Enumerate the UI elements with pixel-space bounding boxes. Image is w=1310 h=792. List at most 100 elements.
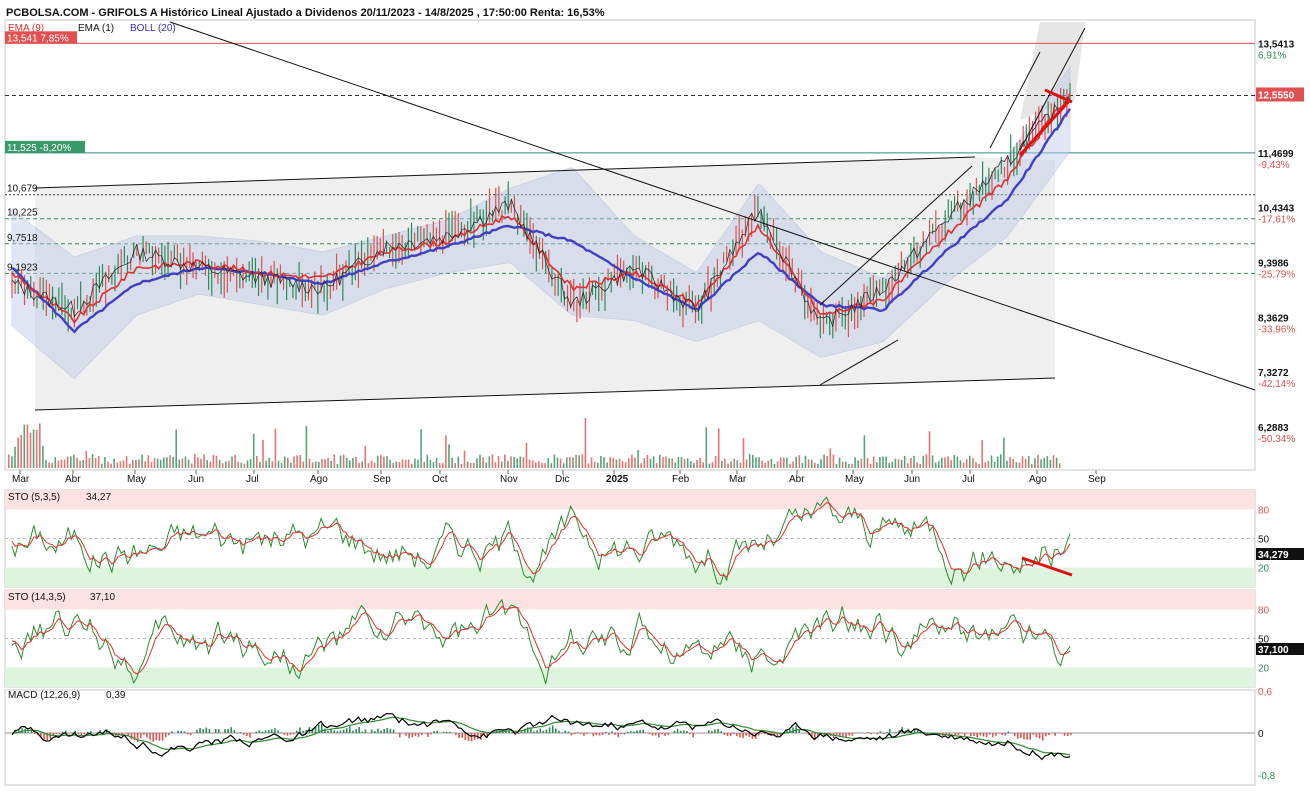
volume-bar [259, 461, 261, 468]
axis-pct-label: -17,61% [1258, 215, 1295, 226]
volume-bar [795, 456, 797, 468]
macd-histogram-bar [764, 733, 766, 735]
macd-histogram-bar [143, 733, 145, 735]
macd-histogram-bar [633, 731, 635, 733]
macd-histogram-bar [364, 729, 367, 733]
macd-panel-frame [4, 689, 1256, 786]
volume-bar [35, 429, 38, 468]
volume-bar [978, 463, 980, 468]
macd-histogram-bar [639, 730, 641, 733]
volume-bar [94, 458, 97, 468]
macd-histogram-bar [83, 733, 86, 735]
volume-bar [423, 461, 425, 468]
volume-bar [42, 445, 44, 468]
sto1-label: STO (5,3,5) [8, 492, 60, 503]
volume-bar [786, 457, 788, 468]
volume-bar [336, 463, 339, 468]
macd-histogram-bar [604, 731, 607, 733]
current-price-text: 12,5550 [1258, 90, 1295, 101]
volume-bar [1043, 457, 1045, 468]
volume-bar [944, 457, 946, 468]
macd-histogram-bar [458, 733, 460, 738]
macd-histogram-bar [274, 728, 276, 733]
volume-bar [45, 459, 47, 468]
macd-histogram-bar [239, 731, 242, 733]
macd-histogram-bar [882, 733, 885, 735]
macd-histogram-bar [199, 727, 201, 733]
volume-bar [212, 454, 215, 468]
macd-histogram-bar [567, 731, 570, 733]
volume-bar [488, 456, 491, 468]
macd-level-label: -0,8 [1258, 771, 1276, 782]
macd-histogram-bar [751, 733, 754, 739]
x-axis-month-label: Sep [1088, 474, 1106, 485]
macd-histogram-bar [264, 730, 267, 733]
volume-bar [414, 458, 416, 468]
volume-bar [516, 458, 518, 468]
volume-bar [612, 457, 615, 468]
x-axis-month-label: Oct [432, 474, 448, 485]
volume-bar [677, 456, 680, 468]
x-axis-month-label: Abr [789, 474, 805, 485]
macd-histogram-bar [233, 730, 236, 733]
volume-bar [826, 455, 828, 468]
sto1-level-label: 80 [1258, 505, 1270, 516]
volume-bar [1037, 454, 1039, 468]
macd-histogram-bar [292, 733, 295, 735]
x-axis-month-label: Mar [12, 474, 30, 485]
volume-bar [104, 457, 106, 468]
macd-histogram-bar [58, 733, 61, 735]
volume-bar [113, 458, 115, 468]
macd-histogram-bar [729, 733, 732, 737]
sto1-level-label: 20 [1258, 564, 1270, 575]
macd-histogram-bar [1029, 733, 1032, 740]
volume-bar [1049, 459, 1052, 468]
legend-ema1: EMA (1) [78, 23, 114, 34]
macd-histogram-bar [90, 731, 92, 733]
macd-histogram-bar [679, 730, 682, 733]
macd-histogram-bar [620, 733, 623, 735]
volume-bar [665, 456, 667, 468]
volume-bar [438, 463, 441, 468]
volume-bar [885, 456, 887, 468]
macd-histogram-bar [551, 725, 554, 733]
volume-bar [8, 454, 10, 468]
sto2-last-text: 37,100 [1258, 645, 1289, 656]
volume-bar [507, 460, 509, 468]
macd-histogram-bar [130, 733, 133, 740]
macd-histogram-bar [854, 733, 857, 734]
volume-bar [370, 460, 373, 468]
macd-histogram-bar [991, 733, 994, 738]
macd-histogram-bar [1032, 733, 1035, 735]
macd-histogram-bar [49, 733, 52, 739]
axis-pct-label: -50,34% [1258, 434, 1295, 445]
macd-histogram-bar [580, 733, 582, 735]
volume-bar [376, 455, 379, 468]
volume-bar [761, 460, 763, 468]
volume-bar [959, 460, 962, 468]
volume-bar [550, 463, 553, 468]
macd-histogram-bar [1001, 733, 1003, 736]
legend-boll: BOLL (20) [130, 23, 176, 34]
volume-bar [953, 454, 956, 468]
volume-bar [144, 461, 146, 468]
macd-histogram-bar [168, 733, 170, 736]
volume-bar [451, 457, 453, 468]
volume-bar [79, 460, 81, 468]
volume-bar [225, 461, 227, 468]
volume-bar [841, 461, 844, 468]
macd-histogram-bar [745, 733, 748, 736]
volume-bar [891, 461, 894, 468]
volume-bar [97, 456, 100, 468]
volume-bar [57, 460, 60, 468]
volume-bar [184, 456, 187, 468]
macd-histogram-bar [183, 731, 186, 733]
volume-bar [435, 458, 438, 468]
macd-histogram-bar [545, 729, 548, 733]
volume-bar [1027, 456, 1030, 468]
macd-histogram-bar [1041, 733, 1044, 741]
volume-bar [628, 458, 630, 468]
volume-bar [398, 461, 401, 468]
volume-bar [163, 457, 165, 468]
x-axis-month-label: Jun [904, 474, 920, 485]
